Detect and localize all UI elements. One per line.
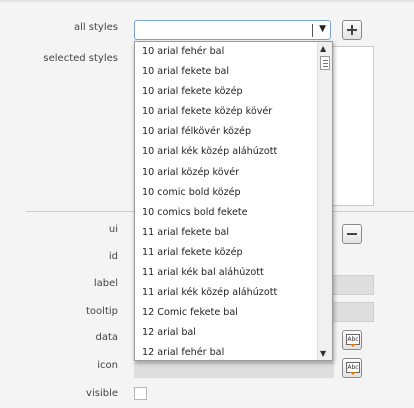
data-label: data xyxy=(95,332,118,343)
dropdown-item[interactable]: 10 arial fekete közép xyxy=(135,82,317,102)
scrollbar-thumb[interactable] xyxy=(320,56,330,70)
dropdown-item[interactable]: 10 arial fekete bal xyxy=(135,62,317,82)
tooltip-label: tooltip xyxy=(86,306,118,317)
remove-style-button[interactable] xyxy=(342,224,362,244)
icon-edit-button[interactable]: Abc xyxy=(342,358,362,378)
styles-dropdown[interactable]: 10 arial fehér bal 10 arial fekete bal 10 … xyxy=(134,41,333,361)
add-style-button[interactable] xyxy=(342,20,362,40)
styles-dropdown-list: 10 arial fehér bal 10 arial fekete bal 10 … xyxy=(135,42,317,364)
id-label: id xyxy=(108,251,118,262)
dropdown-item[interactable]: 12 Comic fekete bal xyxy=(135,303,317,323)
all-styles-combobox[interactable]: ▼ xyxy=(134,20,331,40)
icon-field[interactable] xyxy=(134,362,334,378)
dropdown-item[interactable]: 11 arial kék közép aláhúzott xyxy=(135,283,317,303)
combobox-separator xyxy=(312,24,313,37)
scroll-up-icon[interactable]: ▲ xyxy=(320,44,326,53)
dropdown-item[interactable]: 10 comics bold fekete xyxy=(135,203,317,223)
dropdown-item[interactable]: 11 arial fekete bal xyxy=(135,223,317,243)
ui-label: ui xyxy=(108,224,118,235)
dropdown-item[interactable]: 11 arial kék bal aláhúzott xyxy=(135,263,317,283)
scroll-down-icon[interactable]: ▼ xyxy=(320,349,326,358)
dropdown-item[interactable]: 12 arial bal xyxy=(135,323,317,343)
all-styles-label: all styles xyxy=(73,22,118,33)
top-border xyxy=(0,0,414,2)
dropdown-item[interactable]: 10 arial fekete közép kövér xyxy=(135,102,317,122)
dropdown-item[interactable]: 12 arial fehér bal xyxy=(135,343,317,363)
visible-label: visible xyxy=(86,388,118,399)
chevron-down-icon[interactable]: ▼ xyxy=(319,24,326,34)
selected-styles-label: selected styles xyxy=(43,53,118,64)
dropdown-item[interactable]: 10 arial közép kövér xyxy=(135,163,317,183)
label-label: label xyxy=(93,278,118,289)
icon-label: icon xyxy=(97,360,118,371)
visible-checkbox[interactable] xyxy=(134,387,147,400)
dropdown-scrollbar[interactable]: ▲ ▼ xyxy=(317,42,332,360)
dropdown-item[interactable]: 10 arial kék közép aláhúzott xyxy=(135,142,317,162)
dropdown-item[interactable]: 11 arial fekete közép xyxy=(135,243,317,263)
dropdown-item[interactable]: 10 arial félkövér közép xyxy=(135,122,317,142)
dropdown-item[interactable]: 10 comic bold közép xyxy=(135,183,317,203)
data-edit-button[interactable]: Abc xyxy=(342,330,362,350)
dropdown-item[interactable]: 10 arial fehér bal xyxy=(135,42,317,62)
